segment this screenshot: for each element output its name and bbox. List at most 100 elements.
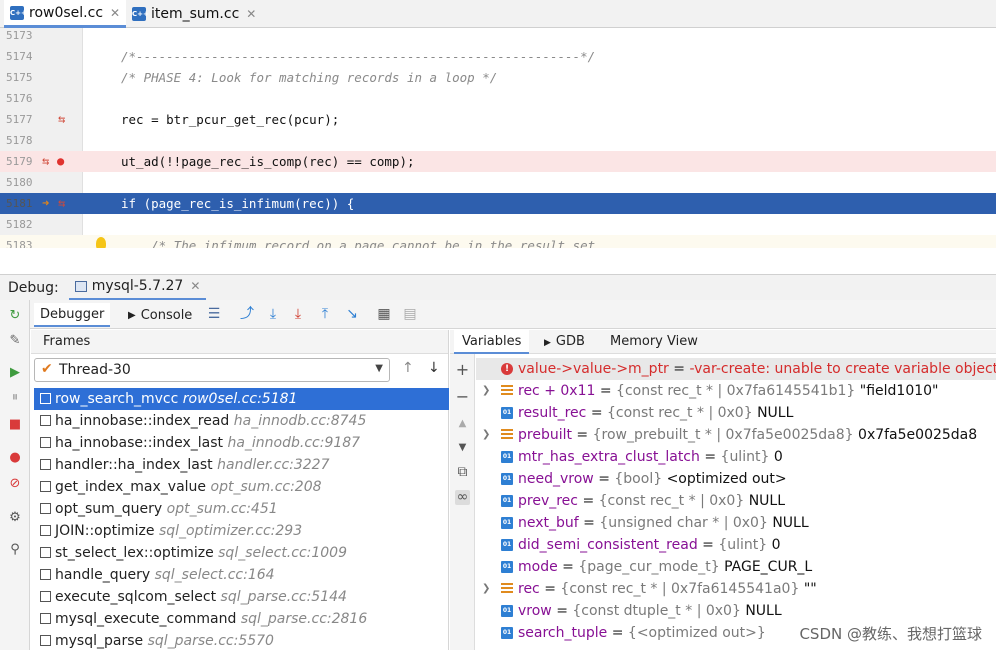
stack-frame[interactable]: handle_query sql_select.cc:164 xyxy=(34,564,449,586)
evaluate-expression-icon[interactable]: ▦ xyxy=(375,305,393,323)
variable-type: {bool} xyxy=(614,471,663,487)
close-icon[interactable]: ✕ xyxy=(246,7,256,21)
frame-icon xyxy=(40,503,51,514)
variables-panel: Variables ▶ GDB Memory View + − ▲ ▼ ⧉ ∞ !… xyxy=(450,330,996,650)
editor-tab-item-sum[interactable]: C++ item_sum.cc ✕ xyxy=(126,0,262,28)
variable-name: rec + 0x11 xyxy=(518,383,596,399)
variable-row[interactable]: 01 need_vrow = {bool} <optimized out> xyxy=(476,468,996,490)
line-number: 5174 xyxy=(6,50,33,63)
lightbulb-icon[interactable] xyxy=(96,237,106,248)
resume-icon[interactable]: ▶ xyxy=(7,365,23,381)
step-out-icon[interactable]: ⤒ xyxy=(316,305,334,323)
error-icon: ! xyxy=(501,363,513,375)
execution-line[interactable]: 5181 ➜ ⇆ if (page_rec_is_infimum(rec)) { xyxy=(0,193,996,214)
thread-dropdown[interactable]: ✔ Thread-30 ▼ xyxy=(34,358,390,382)
show-execution-point-icon[interactable]: ⤴ xyxy=(238,305,256,323)
variable-text: rec + 0x11 = {const rec_t * | 0x7fa61455… xyxy=(518,383,939,399)
code-line[interactable]: 5173 xyxy=(0,28,996,46)
code-line[interactable]: 5180 xyxy=(0,172,996,193)
code-line[interactable]: 5183 /* The infimum record on a page can… xyxy=(0,235,996,248)
variable-row[interactable]: 01 mode = {page_cur_mode_t} PAGE_CUR_L xyxy=(476,556,996,578)
stack-frame[interactable]: opt_sum_query opt_sum.cc:451 xyxy=(34,498,449,520)
variable-row-error[interactable]: ! value->value->m_ptr = -var-create: una… xyxy=(476,358,996,380)
frame-location: ha_innodb.cc:9187 xyxy=(227,435,361,451)
glasses-icon[interactable]: ∞ xyxy=(455,490,470,505)
variable-row[interactable]: 01 next_buf = {unsigned char * | 0x0} NU… xyxy=(476,512,996,534)
variable-value: 0 xyxy=(771,537,781,553)
code-editor[interactable]: 5173 5174 /*----------------------------… xyxy=(0,28,996,248)
step-into-icon[interactable]: ⤓ xyxy=(289,305,307,323)
line-number: 5173 xyxy=(6,29,33,42)
code-line[interactable]: 5178 xyxy=(0,130,996,151)
primitive-icon: 01 xyxy=(501,517,513,529)
stack-frame[interactable]: get_index_max_value opt_sum.cc:208 xyxy=(34,476,449,498)
pause-icon[interactable]: ⏸ xyxy=(7,390,23,406)
stack-frame[interactable]: JOIN::optimize sql_optimizer.cc:293 xyxy=(34,520,449,542)
variable-row[interactable]: ❯ prebuilt = {row_prebuilt_t * | 0x7fa5e… xyxy=(476,424,996,446)
close-icon[interactable]: ✕ xyxy=(190,279,200,293)
rerun-icon[interactable]: ↻ xyxy=(7,308,23,324)
stop-icon[interactable]: ■ xyxy=(7,417,23,433)
run-to-cursor-icon[interactable]: ↘ xyxy=(343,305,361,323)
gear-icon[interactable]: ⚙ xyxy=(7,510,23,526)
arrow-down-icon[interactable]: ↓ xyxy=(428,360,440,376)
tab-console[interactable]: ▶ Console xyxy=(122,303,198,327)
frame-location: opt_sum.cc:451 xyxy=(166,501,278,517)
tab-memory-view[interactable]: Memory View xyxy=(602,330,706,354)
layout-menu-icon[interactable]: ☰ xyxy=(205,305,223,323)
stack-frame[interactable]: handler::ha_index_last handler.cc:3227 xyxy=(34,454,449,476)
variable-row[interactable]: 01 prev_rec = {const rec_t * | 0x0} NULL xyxy=(476,490,996,512)
console-icon: ▶ xyxy=(128,309,136,321)
view-breakpoints-icon[interactable]: ● xyxy=(7,450,23,466)
code-line[interactable]: 5176 xyxy=(0,88,996,109)
tab-label: Console xyxy=(140,307,193,323)
pin-icon[interactable]: ⚲ xyxy=(7,542,23,558)
code-line[interactable]: 5182 xyxy=(0,214,996,235)
code-line[interactable]: 5174 /*---------------------------------… xyxy=(0,46,996,67)
variable-row[interactable]: 01 mtr_has_extra_clust_latch = {ulint} 0 xyxy=(476,446,996,468)
variable-row[interactable]: 01 did_semi_consistent_read = {ulint} 0 xyxy=(476,534,996,556)
variable-row[interactable]: ❯ rec + 0x11 = {const rec_t * | 0x7fa614… xyxy=(476,380,996,402)
frame-location: sql_parse.cc:2816 xyxy=(240,611,368,627)
variable-value: NULL xyxy=(757,405,794,421)
settings-wrench-icon[interactable]: ✎ xyxy=(7,333,23,349)
trace-icon[interactable]: ▤ xyxy=(401,305,419,323)
stack-frame[interactable]: execute_sqlcom_select sql_parse.cc:5144 xyxy=(34,586,449,608)
frame-location: row0sel.cc:5181 xyxy=(182,391,298,407)
tab-debugger[interactable]: Debugger xyxy=(34,303,111,327)
move-up-icon[interactable]: ▲ xyxy=(455,416,470,431)
stack-frame[interactable]: st_select_lex::optimize sql_select.cc:10… xyxy=(34,542,449,564)
step-over-icon[interactable]: ⤓ xyxy=(264,305,282,323)
stack-frame[interactable]: ha_innobase::index_read ha_innodb.cc:874… xyxy=(34,410,449,432)
variable-row[interactable]: ❯ rec = {const rec_t * | 0x7fa6145541a0}… xyxy=(476,578,996,600)
code-line[interactable]: 5175 /* PHASE 4: Look for matching recor… xyxy=(0,67,996,88)
breakpoint-line[interactable]: 5179 ⇆ ● ut_ad(!!page_rec_is_comp(rec) =… xyxy=(0,151,996,172)
line-number: 5179 xyxy=(6,155,33,168)
stack-frame[interactable]: mysql_execute_command sql_parse.cc:2816 xyxy=(34,608,449,630)
tab-gdb[interactable]: ▶ GDB xyxy=(536,330,593,354)
close-icon[interactable]: ✕ xyxy=(110,6,120,20)
tab-label: item_sum.cc xyxy=(151,6,240,22)
variable-row[interactable]: 01 vrow = {const dtuple_t * | 0x0} NULL xyxy=(476,600,996,622)
remove-watch-icon[interactable]: − xyxy=(455,389,470,405)
stack-frame-selected[interactable]: row_search_mvcc row0sel.cc:5181 xyxy=(34,388,449,410)
stack-frame[interactable]: mysql_parse sql_parse.cc:5570 xyxy=(34,630,449,652)
tab-variables[interactable]: Variables xyxy=(454,330,530,354)
editor-tab-row0sel[interactable]: C++ row0sel.cc ✕ xyxy=(4,0,127,28)
move-down-icon[interactable]: ▼ xyxy=(455,440,470,455)
arrow-up-icon[interactable]: ↑ xyxy=(402,360,414,376)
stack-frame[interactable]: ha_innobase::index_last ha_innodb.cc:918… xyxy=(34,432,449,454)
copy-icon[interactable]: ⧉ xyxy=(455,465,470,480)
run-config-tab[interactable]: mysql-5.7.27 ✕ xyxy=(68,275,207,301)
variable-row[interactable]: 01 result_rec = {const rec_t * | 0x0} NU… xyxy=(476,402,996,424)
chevron-right-icon[interactable]: ❯ xyxy=(482,380,490,402)
code-line[interactable]: 5177 ⇆ rec = btr_pcur_get_rec(pcur); xyxy=(0,109,996,130)
primitive-icon: 01 xyxy=(501,627,513,639)
breakpoint-icon[interactable]: ● xyxy=(57,151,64,172)
chevron-right-icon[interactable]: ❯ xyxy=(482,578,490,600)
add-watch-icon[interactable]: + xyxy=(455,362,470,378)
line-number: 5175 xyxy=(6,71,33,84)
debug-title-bar: Debug: mysql-5.7.27 ✕ xyxy=(0,274,996,301)
chevron-right-icon[interactable]: ❯ xyxy=(482,424,490,446)
mute-breakpoints-icon[interactable]: ⊘ xyxy=(7,476,23,492)
